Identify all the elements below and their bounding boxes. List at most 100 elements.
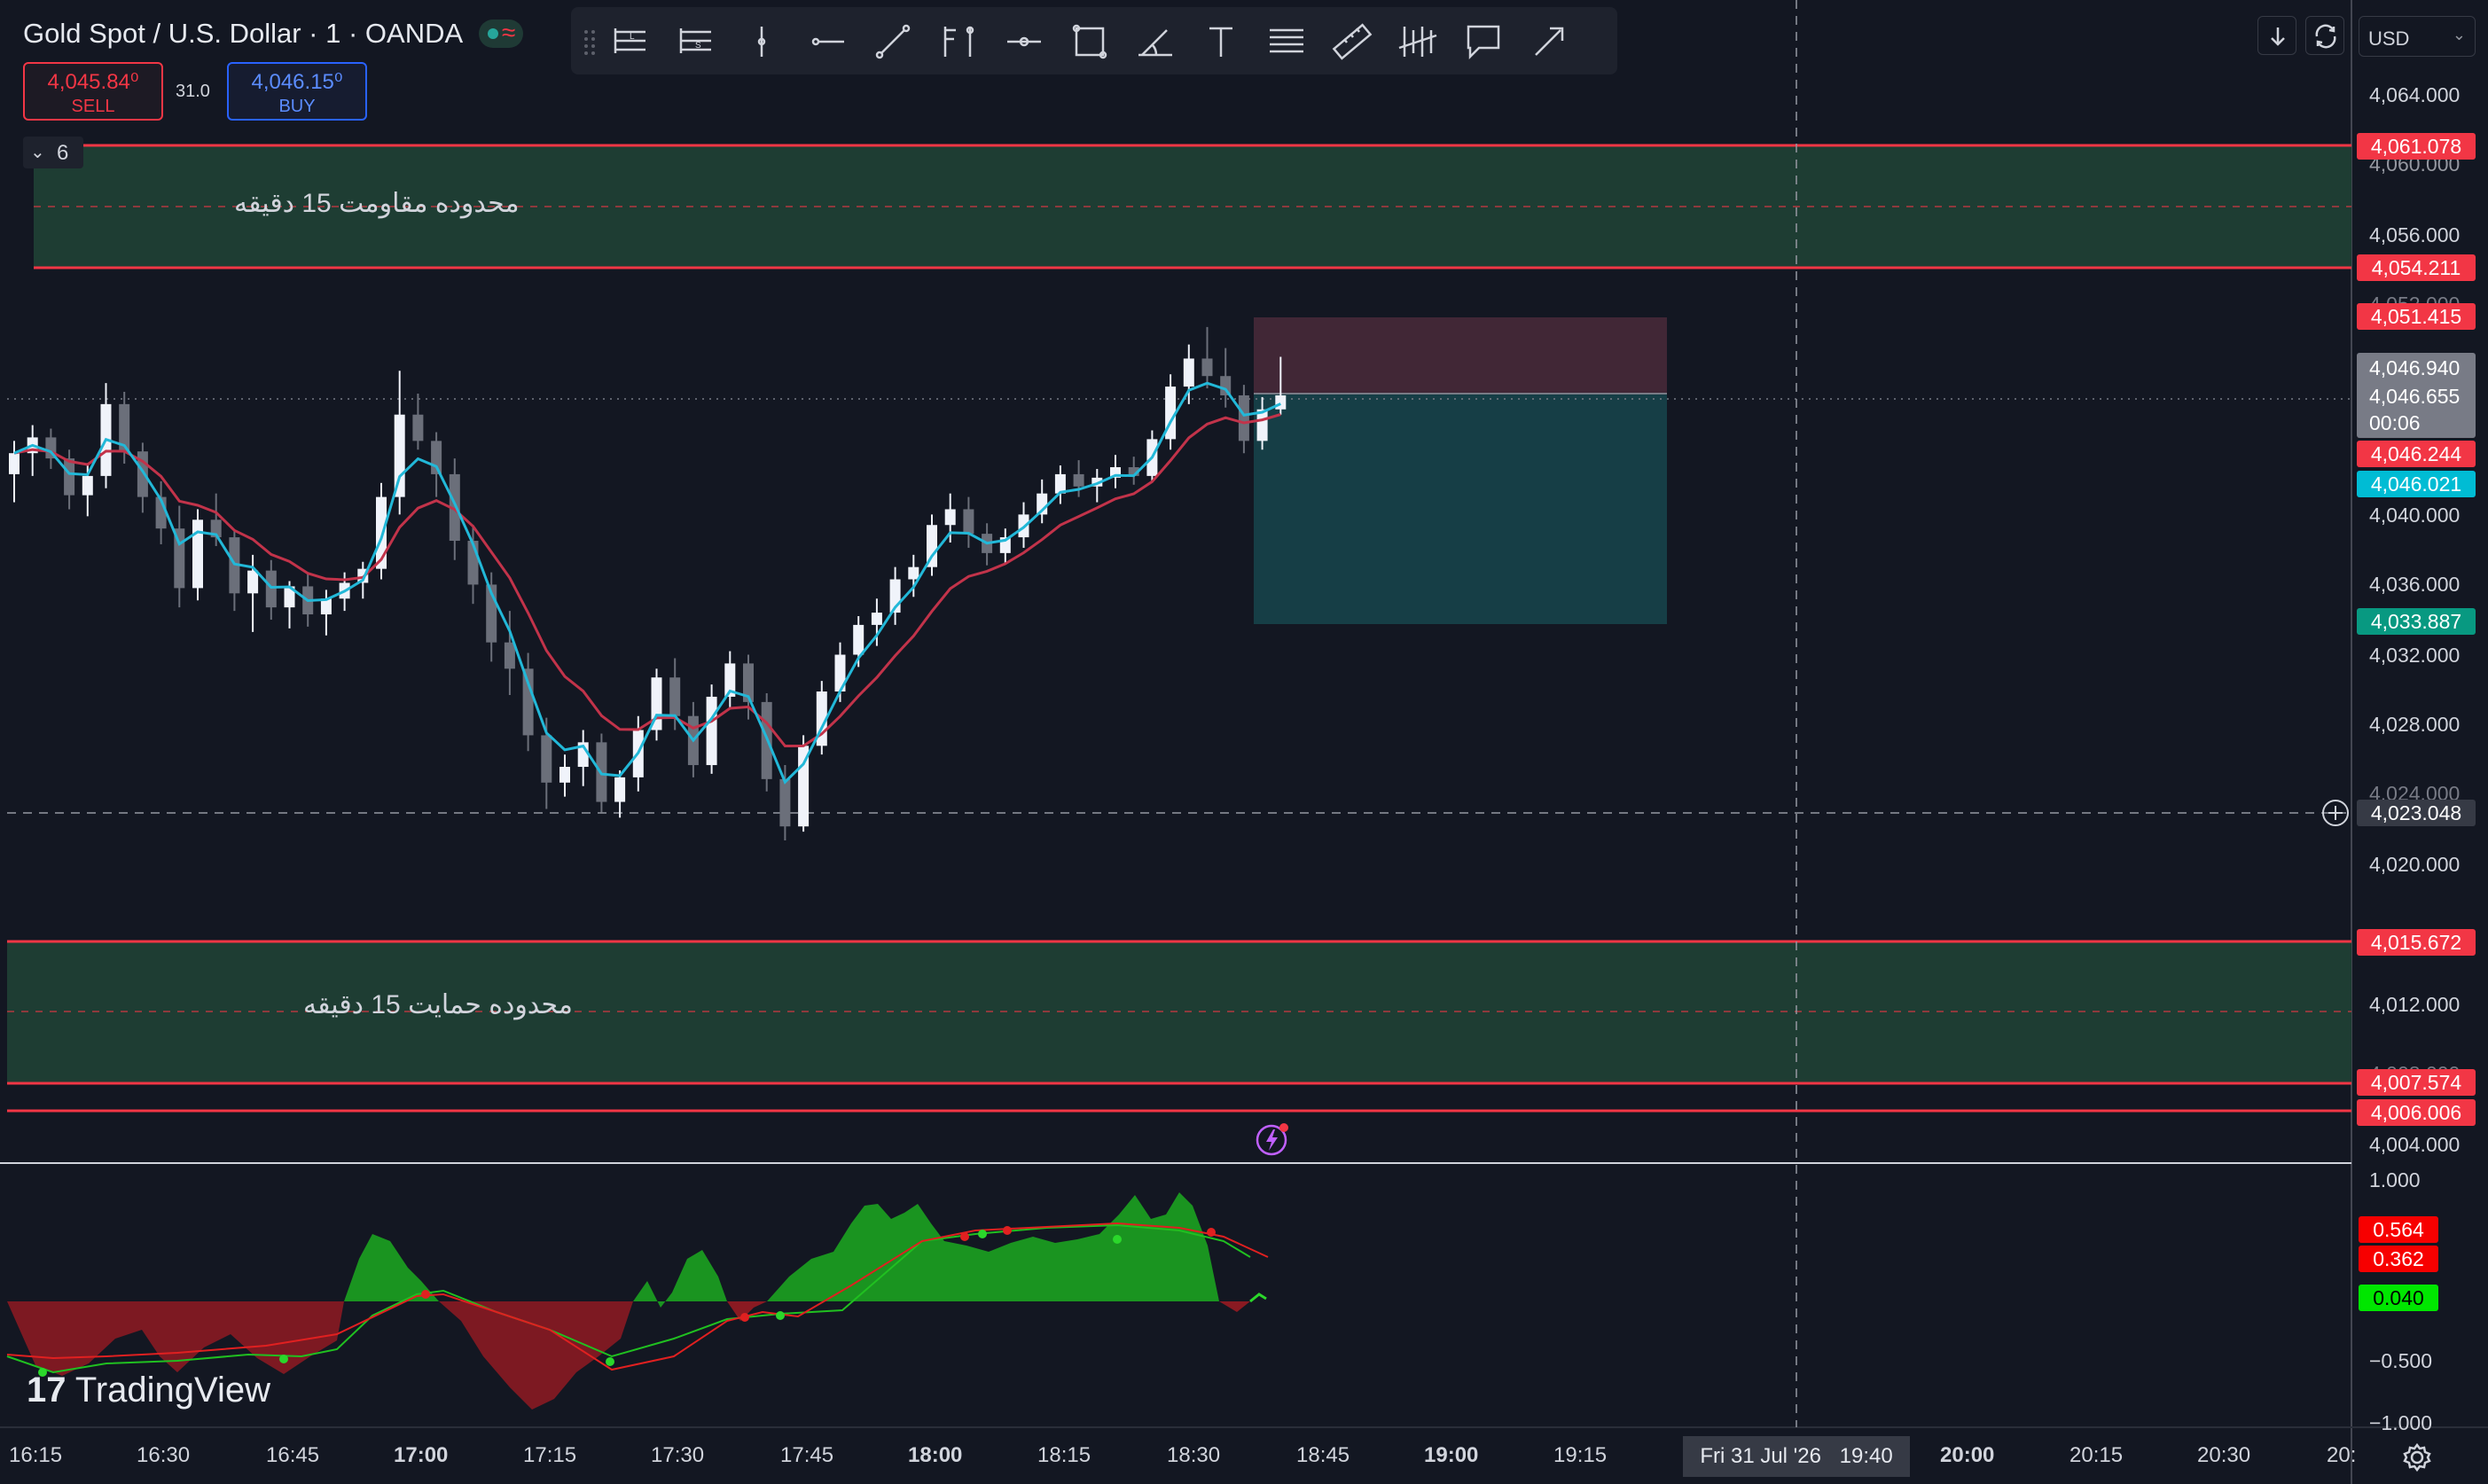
- lightning-icon[interactable]: [1254, 1119, 1293, 1158]
- zone-top-low-label[interactable]: 4,054.211: [2357, 254, 2476, 281]
- price-tick: 4,028.000: [2369, 713, 2461, 736]
- candle-body[interactable]: [412, 414, 424, 441]
- candle-body[interactable]: [908, 566, 919, 580]
- osc-negative-area-4: [1219, 1301, 1250, 1312]
- gear-icon[interactable]: [2399, 1440, 2435, 1475]
- zone-bottom-low-label[interactable]: 4,007.574: [2357, 1069, 2476, 1096]
- osc-label-a[interactable]: 0.564: [2359, 1216, 2438, 1243]
- candle-body[interactable]: [963, 509, 974, 535]
- market-status-badge[interactable]: ≈: [479, 19, 523, 48]
- candle-body[interactable]: [1201, 358, 1213, 377]
- candle-body[interactable]: [82, 475, 93, 496]
- candle-body[interactable]: [504, 642, 515, 669]
- candle-body[interactable]: [265, 570, 277, 608]
- osc-negative-area-2: [439, 1301, 633, 1410]
- candle-body[interactable]: [669, 677, 681, 716]
- time-tick: 19:00: [1424, 1443, 1479, 1467]
- short-position-icon[interactable]: S: [672, 18, 720, 66]
- candle-body[interactable]: [614, 777, 626, 802]
- svg-text:L: L: [630, 32, 635, 42]
- price-tick: 4,056.000: [2369, 223, 2461, 246]
- time-tick: 17:15: [523, 1443, 577, 1467]
- osc-label-c[interactable]: 0.040: [2359, 1285, 2438, 1311]
- candle-body[interactable]: [1275, 394, 1287, 410]
- candle-body[interactable]: [853, 624, 865, 655]
- candle-body[interactable]: [247, 570, 259, 594]
- time-tick: 20:30: [2197, 1443, 2251, 1467]
- sell-button[interactable]: 4,045.84⁰ SELL: [23, 62, 163, 121]
- osc-positive-area-2: [633, 1250, 727, 1308]
- vertical-line-icon[interactable]: [738, 18, 786, 66]
- tradingview-logo[interactable]: 17 TradingView: [27, 1371, 270, 1410]
- resistance-zone-label[interactable]: محدوده مقاومت 15 دقیقه: [234, 188, 520, 219]
- currency-select[interactable]: USD ⌄: [2359, 16, 2476, 57]
- target-price-label[interactable]: 4,051.415: [2357, 303, 2476, 330]
- rectangle-icon[interactable]: [1066, 18, 1114, 66]
- time-tick: 17:30: [651, 1443, 705, 1467]
- support-zone-label[interactable]: محدوده حمایت 15 دقیقه: [303, 989, 573, 1020]
- price-tick: 4,040.000: [2369, 504, 2461, 527]
- refresh-button[interactable]: [2305, 16, 2344, 55]
- drag-handle-icon[interactable]: [583, 28, 596, 55]
- text-icon[interactable]: [1197, 18, 1245, 66]
- osc-dot: [740, 1313, 749, 1322]
- candle-body[interactable]: [192, 519, 203, 589]
- fib-retracement-icon[interactable]: [1263, 18, 1311, 66]
- callout-icon[interactable]: [1459, 18, 1507, 66]
- position-stop-zone[interactable]: [1254, 394, 1667, 624]
- buy-button[interactable]: 4,046.15⁰ BUY: [227, 62, 367, 121]
- osc-dot: [978, 1230, 987, 1238]
- candle-body[interactable]: [522, 668, 534, 736]
- horizontal-ray-icon[interactable]: [803, 18, 851, 66]
- arrow-marker-icon[interactable]: [1000, 18, 1048, 66]
- line-bottom-label[interactable]: 4,006.006: [2357, 1099, 2476, 1126]
- candle-body[interactable]: [64, 458, 75, 496]
- chart-canvas[interactable]: [0, 0, 2488, 1484]
- time-tick: 18:00: [908, 1443, 963, 1467]
- ma-blue-price-label[interactable]: 4,046.021: [2357, 471, 2476, 497]
- long-position-icon[interactable]: L: [606, 18, 654, 66]
- arrow-icon[interactable]: [1525, 18, 1573, 66]
- candles[interactable]: [9, 326, 1287, 841]
- indicator-count: 6: [57, 141, 69, 165]
- angle-icon[interactable]: [1131, 18, 1179, 66]
- indicators-collapse-button[interactable]: ⌄ 6: [23, 137, 83, 168]
- candle-body[interactable]: [779, 778, 791, 827]
- candle-body[interactable]: [944, 509, 956, 526]
- price-tick: 4,004.000: [2369, 1133, 2461, 1156]
- crosshair-price-label: 4,023.048: [2357, 800, 2476, 826]
- refresh-icon: [2315, 24, 2336, 49]
- time-tick: 20:15: [2069, 1443, 2124, 1467]
- zone-bottom-high-label[interactable]: 4,015.672: [2357, 929, 2476, 956]
- chart-window: محدوده مقاومت 15 دقیقه محدوده حمایت 15 د…: [0, 0, 2488, 1484]
- candle-body[interactable]: [1073, 473, 1084, 487]
- download-button[interactable]: [2257, 16, 2296, 55]
- last-price-box[interactable]: 4,046.940 4,046.655 00:06: [2357, 353, 2476, 438]
- stop-price-label[interactable]: 4,033.887: [2357, 608, 2476, 635]
- moving-average-red[interactable]: [13, 413, 1281, 748]
- ma-red-price-label[interactable]: 4,046.244: [2357, 441, 2476, 467]
- sell-label: SELL: [71, 97, 115, 116]
- candle-body[interactable]: [871, 613, 882, 625]
- time-tick: 17:45: [780, 1443, 834, 1467]
- pitchfork-icon[interactable]: [935, 18, 982, 66]
- position-target-zone[interactable]: [1254, 317, 1667, 394]
- candle-body[interactable]: [541, 735, 552, 783]
- bar-countdown: 00:06: [2369, 411, 2421, 434]
- candle-body[interactable]: [1183, 358, 1194, 387]
- osc-dot: [1207, 1228, 1216, 1237]
- candle-body[interactable]: [706, 696, 717, 766]
- price-tick: 4,020.000: [2369, 853, 2461, 876]
- osc-label-b[interactable]: 0.362: [2359, 1246, 2438, 1272]
- osc-dot: [1003, 1226, 1012, 1235]
- trend-line-icon[interactable]: [869, 18, 917, 66]
- symbol-title[interactable]: Gold Spot / U.S. Dollar · 1 · OANDA: [23, 18, 463, 50]
- market-open-dot-icon: [488, 28, 498, 39]
- candle-body[interactable]: [559, 767, 570, 783]
- regression-icon[interactable]: [1394, 18, 1442, 66]
- zone-top-high-label[interactable]: 4,061.078: [2357, 133, 2476, 160]
- osc-dot: [606, 1357, 614, 1366]
- ruler-icon[interactable]: [1328, 18, 1376, 66]
- candle-body[interactable]: [9, 453, 20, 474]
- candle-body[interactable]: [1238, 394, 1249, 441]
